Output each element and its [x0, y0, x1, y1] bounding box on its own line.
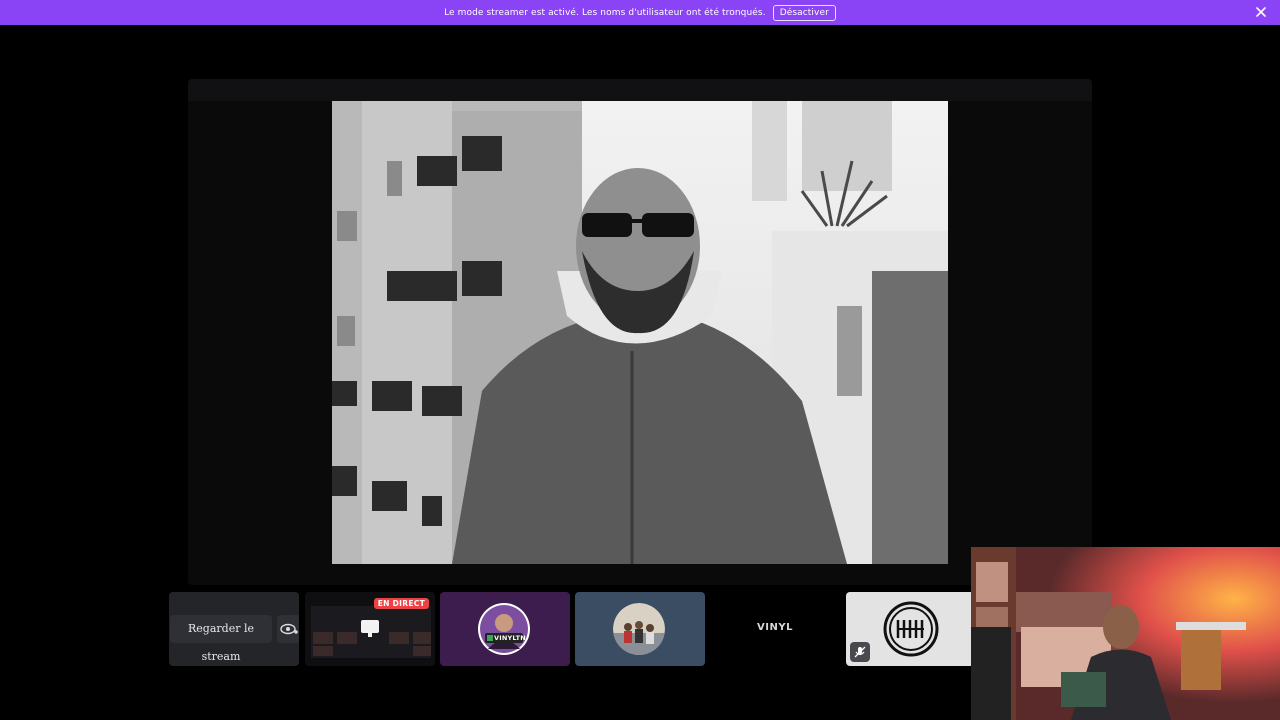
avatar: VINYLTN [478, 603, 530, 655]
streamer-mode-banner: Le mode streamer est activé. Les noms d'… [0, 0, 1280, 25]
eye-plus-icon[interactable] [277, 615, 299, 643]
webcam-overlay [971, 547, 1280, 720]
avatar [613, 603, 665, 655]
user-tile-logo[interactable] [846, 592, 976, 666]
watch-stream-button[interactable]: Regarder le stream [170, 615, 272, 663]
stream-video[interactable] [332, 101, 948, 564]
video-frame-image [332, 101, 948, 564]
banner-message: Le mode streamer est activé. Les noms d'… [444, 7, 766, 18]
deactivate-button[interactable]: Désactiver [772, 4, 836, 21]
close-icon[interactable] [1254, 5, 1268, 19]
vinyl-logo-text: VINYL [757, 622, 793, 633]
user-tile-vinyl[interactable]: VINYL [710, 592, 840, 666]
live-stream-tile[interactable]: EN DIRECT [305, 592, 435, 666]
user-tile-group[interactable] [575, 592, 705, 666]
user-tile-vinyltn[interactable]: VINYLTN [440, 592, 570, 666]
live-badge: EN DIRECT [373, 598, 429, 609]
stage-top-bar [188, 79, 1092, 101]
avatar-badge-text: VINYLTN [494, 634, 526, 642]
mic-muted-icon [850, 642, 870, 662]
watch-stream-tile[interactable]: Regarder le stream [169, 592, 299, 666]
